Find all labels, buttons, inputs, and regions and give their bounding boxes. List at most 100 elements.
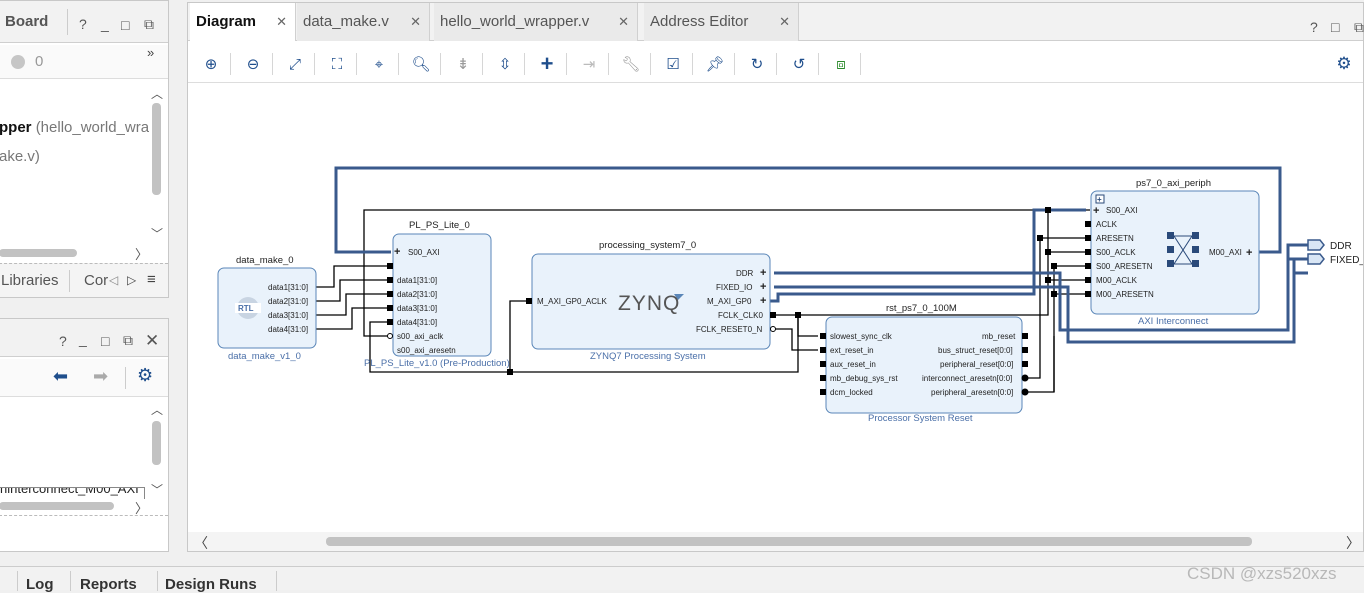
scroll-up-icon[interactable]: ︿ (151, 85, 163, 102)
port-label: data1[31:0] (268, 283, 308, 292)
horizontal-scrollbar[interactable]: 〉 (0, 244, 149, 263)
tab-separator (157, 571, 158, 591)
scroll-left-icon[interactable]: 〈 (194, 533, 208, 553)
diagram-editor: Diagram ✕ data_make.v ✕ hello_world_wrap… (187, 2, 1364, 552)
overflow-icon[interactable]: » (147, 45, 154, 60)
block-data-make[interactable] (217, 267, 317, 349)
settings-icon[interactable]: ⚙ (1333, 53, 1355, 75)
make-external-icon[interactable]: ⇥ (578, 53, 600, 75)
add-ip-icon[interactable]: + (536, 51, 558, 76)
scroll-up-icon[interactable]: ︿ (151, 401, 163, 418)
tab-scroll-right-icon[interactable]: ▷ (127, 273, 136, 287)
plus-icon: + (394, 246, 400, 258)
block-subtitle: ZYNQ7 Processing System (590, 351, 706, 362)
fit-selection-icon[interactable]: ⛶ (326, 53, 348, 75)
vertical-scrollbar[interactable]: ︿ ﹀ (149, 401, 165, 497)
hierarchy-icon[interactable]: ⧈ (830, 53, 852, 75)
port-label: S00_ARESETN (1096, 262, 1153, 271)
float-icon[interactable]: ⧉ (144, 16, 154, 33)
restore-icon[interactable]: □ (121, 17, 129, 33)
regenerate-icon[interactable]: ↻ (746, 53, 768, 75)
plus-icon: + (760, 295, 766, 307)
tab-scroll-left-icon[interactable]: ◁ (109, 273, 118, 287)
toolbar-separator (692, 53, 693, 75)
scroll-down-icon[interactable]: ﹀ (151, 481, 163, 498)
plus-icon: + (760, 281, 766, 293)
scroll-down-icon[interactable]: ﹀ (151, 225, 163, 242)
tab-menu-icon[interactable]: ≡ (147, 271, 156, 288)
tab-diagram[interactable]: Diagram ✕ (190, 3, 296, 41)
port-label: data1[31:0] (397, 276, 437, 285)
maximize-icon[interactable]: □ (1331, 19, 1339, 35)
port-label: s00_axi_aclk (397, 332, 444, 341)
zoom-out-icon[interactable]: ⊖ (242, 53, 264, 75)
scroll-right-icon[interactable]: 〉 (135, 244, 148, 263)
minimize-icon[interactable]: _ (101, 16, 109, 32)
validate-icon[interactable]: ☑ (662, 53, 684, 75)
properties-text-field[interactable]: ninterconnect_M00_AXI (0, 487, 145, 499)
properties-icon[interactable]: 🔧︎ (620, 53, 642, 75)
gear-icon[interactable]: ⚙ (137, 365, 153, 386)
optimize-routing-icon[interactable]: ↺ (788, 53, 810, 75)
tab-reports[interactable]: Reports (80, 576, 137, 593)
help-icon[interactable]: ? (79, 16, 87, 32)
vertical-scrollbar[interactable]: ︿ ﹀ (149, 85, 165, 245)
tab-libraries[interactable]: Libraries (1, 272, 59, 289)
tab-close-icon[interactable]: ✕ (276, 3, 287, 41)
block-title: ps7_0_axi_periph (1136, 178, 1211, 189)
pin-icon[interactable]: 📌︎ (704, 53, 726, 75)
tab-log[interactable]: Log (26, 576, 54, 593)
diagram-canvas[interactable]: data_make_0 data_make_v1_0 RTL data1[31:… (188, 84, 1363, 532)
external-port-fixed-io[interactable] (1307, 253, 1325, 265)
tree-item-wrapper[interactable]: pper (hello_world_wrap (0, 119, 149, 136)
scroll-right-icon[interactable]: 〉 (1346, 533, 1360, 553)
tab-close-icon[interactable]: ✕ (779, 3, 790, 41)
restore-icon[interactable]: □ (101, 333, 109, 349)
tab-hello-world-wrapper-label: hello_world_wrapper.v (440, 13, 590, 30)
external-port-ddr[interactable] (1307, 239, 1325, 251)
block-diagram-svg[interactable]: data_make_0 data_make_v1_0 RTL data1[31:… (188, 84, 1363, 532)
collapse-icon[interactable]: ⇟ (452, 53, 474, 75)
editor-tab-bar: Diagram ✕ data_make.v ✕ hello_world_wrap… (188, 3, 1364, 41)
block-title: data_make_0 (236, 255, 294, 266)
help-icon[interactable]: ? (1310, 19, 1318, 35)
tab-address-editor[interactable]: Address Editor ✕ (644, 3, 799, 41)
wire-data1 (316, 265, 391, 288)
properties-panel: ? _ □ ⧉ ✕ ⬅ ➡ ⚙ ︿ ﹀ ninterconnect_M00_AX… (0, 318, 169, 552)
scroll-thumb[interactable] (152, 103, 161, 195)
close-icon[interactable]: ✕ (145, 331, 159, 351)
zoom-fit-icon[interactable]: ⤢ (284, 53, 306, 75)
editor-horizontal-scrollbar[interactable]: 〈 〉 (188, 532, 1363, 551)
tab-compile-order[interactable]: Cor (84, 272, 108, 289)
auto-connect-icon[interactable]: ⌖ (368, 53, 390, 75)
tab-design-runs[interactable]: Design Runs (165, 576, 257, 593)
port-label: data2[31:0] (268, 297, 308, 306)
tab-data-make[interactable]: data_make.v ✕ (297, 3, 430, 41)
toolbar-separator (356, 53, 357, 75)
status-row: 0 » (0, 45, 168, 79)
wire-axi-aclk (798, 209, 1090, 316)
h-scroll-thumb[interactable] (0, 502, 114, 510)
block-subtitle: PL_PS_Lite_v1.0 (Pre-Production) (364, 358, 510, 369)
tab-close-icon[interactable]: ✕ (410, 3, 421, 41)
expand-icon[interactable]: ⇳ (494, 53, 516, 75)
tab-hello-world-wrapper[interactable]: hello_world_wrapper.v ✕ (434, 3, 638, 41)
help-icon[interactable]: ? (59, 333, 67, 349)
back-arrow-icon[interactable]: ⬅ (53, 366, 68, 387)
panel-title: Board (5, 13, 49, 30)
zoom-in-icon[interactable]: ⊕ (200, 53, 222, 75)
minimize-icon[interactable]: _ (79, 331, 87, 347)
port-label: data4[31:0] (268, 325, 308, 334)
forward-arrow-icon[interactable]: ➡ (93, 366, 108, 387)
float-icon[interactable]: ⧉ (123, 332, 133, 349)
tree-item-child[interactable]: ake.v) (0, 148, 40, 165)
toolbar-separator (230, 53, 231, 75)
port-label: dcm_locked (830, 388, 873, 397)
float-icon[interactable]: ⧉ (1354, 19, 1364, 36)
search-icon[interactable]: 🔍︎ (410, 53, 432, 75)
h-scroll-thumb[interactable] (326, 537, 1252, 546)
horizontal-scrollbar[interactable]: 〉 (0, 499, 149, 516)
scroll-thumb[interactable] (152, 421, 161, 465)
tab-close-icon[interactable]: ✕ (618, 3, 629, 41)
h-scroll-thumb[interactable] (0, 249, 77, 257)
